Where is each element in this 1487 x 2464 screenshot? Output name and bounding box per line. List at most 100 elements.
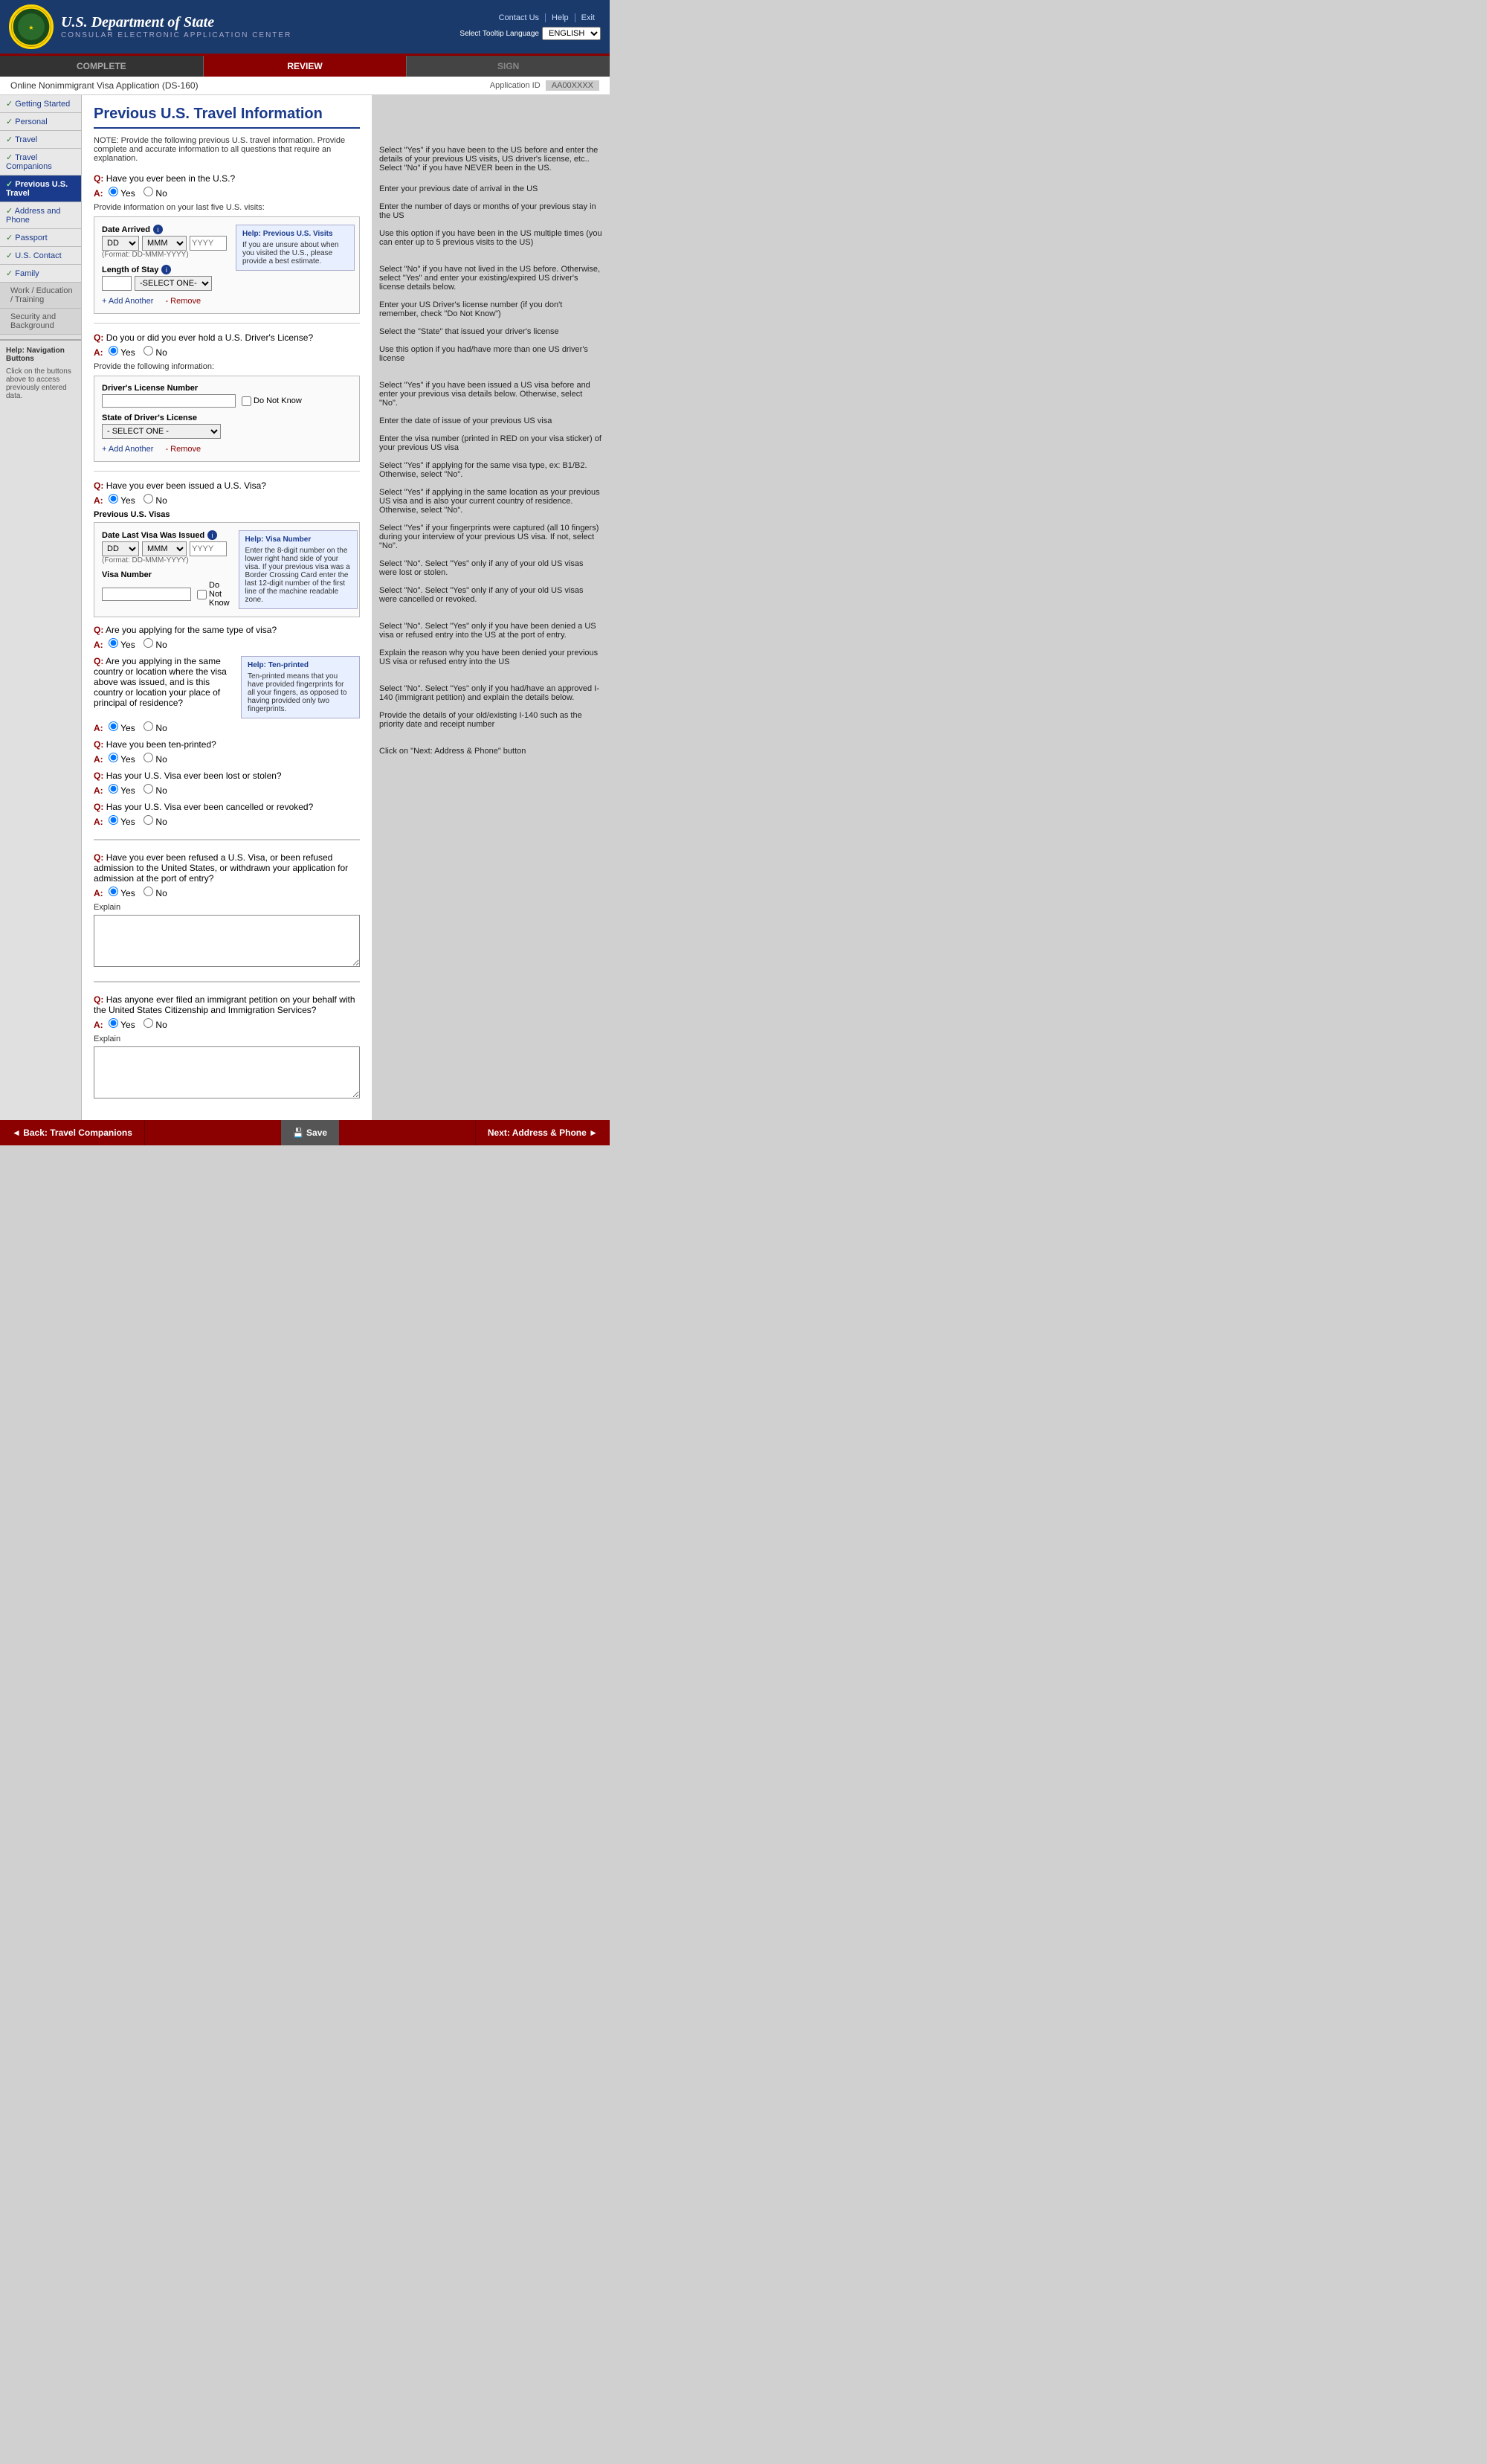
q3-left: Date Last Visa Was Issued i DD MMM (Form… <box>102 530 230 609</box>
q4-text: Q: Are you applying for the same type of… <box>94 625 360 635</box>
next-button[interactable]: Next: Address & Phone ► <box>475 1120 610 1145</box>
q9-no-radio[interactable] <box>143 887 153 896</box>
q2-yes-label[interactable]: Yes <box>109 347 135 358</box>
sidebar-item-passport[interactable]: ✓ Passport <box>0 229 81 247</box>
q2-no-radio[interactable] <box>143 346 153 356</box>
q1-remove[interactable]: - Remove <box>165 297 201 306</box>
q1-help-text: If you are unsure about when you visited… <box>242 241 348 266</box>
q6-no-label[interactable]: No <box>143 754 167 765</box>
sidebar-item-getting-started[interactable]: ✓ Getting Started <box>0 95 81 113</box>
length-stay-info-icon[interactable]: i <box>161 265 171 274</box>
save-button[interactable]: 💾 Save <box>281 1120 339 1145</box>
q4-yes-radio[interactable] <box>109 638 118 648</box>
q8-answer: A: Yes No <box>94 815 360 827</box>
q3-yes-label[interactable]: Yes <box>109 495 135 506</box>
q9-no-label[interactable]: No <box>143 888 167 898</box>
q7-yes-label[interactable]: Yes <box>109 785 135 796</box>
sidebar-item-family[interactable]: ✓ Family <box>0 265 81 283</box>
q7-no-label[interactable]: No <box>143 785 167 796</box>
q1-no-radio[interactable] <box>143 187 153 196</box>
q3-yes-radio[interactable] <box>109 494 118 504</box>
q4-no-radio[interactable] <box>143 638 153 648</box>
sidebar-item-personal[interactable]: ✓ Personal <box>0 113 81 131</box>
q9-yes-radio[interactable] <box>109 887 118 896</box>
q5-yes-label[interactable]: Yes <box>109 723 135 733</box>
question-9: Q: Have you ever been refused a U.S. Vis… <box>94 852 360 969</box>
date-arrived-info-icon[interactable]: i <box>153 225 163 234</box>
q6-yes-radio[interactable] <box>109 753 118 762</box>
annotation-15: Select "No". Select "Yes" only if any of… <box>379 559 602 577</box>
sidebar-item-travel[interactable]: ✓ Travel <box>0 131 81 149</box>
q7-no-radio[interactable] <box>143 784 153 794</box>
do-not-know-checkbox[interactable] <box>242 396 251 406</box>
q9-explain-textarea[interactable] <box>94 915 360 967</box>
q8-yes-label[interactable]: Yes <box>109 817 135 827</box>
q5-yes-radio[interactable] <box>109 721 118 731</box>
q2-yes-radio[interactable] <box>109 346 118 356</box>
q4-yes-label[interactable]: Yes <box>109 640 135 650</box>
visa-date-year[interactable] <box>190 541 227 556</box>
q1-yes-radio[interactable] <box>109 187 118 196</box>
q1-yes-label[interactable]: Yes <box>109 188 135 199</box>
q5-no-radio[interactable] <box>143 721 153 731</box>
visa-number-label: Visa Number <box>102 570 230 579</box>
sidebar-item-security-background[interactable]: Security and Background <box>0 309 81 335</box>
q1-no-label[interactable]: No <box>143 188 167 199</box>
q10-no-label[interactable]: No <box>143 1020 167 1030</box>
state-license-select[interactable]: - SELECT ONE - AlabamaAlaskaArizona <box>102 424 221 439</box>
q10-no-radio[interactable] <box>143 1018 153 1028</box>
q6-no-radio[interactable] <box>143 753 153 762</box>
sidebar-item-previous-us-travel[interactable]: ✓ Previous U.S. Travel <box>0 176 81 202</box>
license-number-input[interactable] <box>102 394 236 408</box>
q4-no-label[interactable]: No <box>143 640 167 650</box>
q2-add-another[interactable]: + Add Another <box>102 445 153 454</box>
length-stay-unit[interactable]: -SELECT ONE- Days Months <box>135 276 212 291</box>
visa-number-input[interactable] <box>102 588 191 601</box>
sidebar-item-travel-companions[interactable]: ✓ Travel Companions <box>0 149 81 176</box>
back-button[interactable]: ◄ Back: Travel Companions <box>0 1120 145 1145</box>
q6-yes-label[interactable]: Yes <box>109 754 135 765</box>
date-arrived-year[interactable] <box>190 236 227 251</box>
q10-text: Q: Has anyone ever filed an immigrant pe… <box>94 994 360 1015</box>
q8-no-label[interactable]: No <box>143 817 167 827</box>
q2-remove[interactable]: - Remove <box>165 445 201 454</box>
note-box: NOTE: Provide the following previous U.S… <box>94 136 360 163</box>
q10-explain-label: Explain <box>94 1035 360 1043</box>
do-not-know-label[interactable]: Do Not Know <box>242 396 302 406</box>
q2-form: Driver's License Number Do Not Know Stat… <box>94 376 360 462</box>
progress-sign[interactable]: SIGN <box>407 56 610 77</box>
q8-yes-radio[interactable] <box>109 815 118 825</box>
q5-no-label[interactable]: No <box>143 723 167 733</box>
help-link[interactable]: Help <box>546 13 575 22</box>
q9-yes-label[interactable]: Yes <box>109 888 135 898</box>
annotation-18: Explain the reason why you have been den… <box>379 649 602 666</box>
sidebar-item-address-phone[interactable]: ✓ Address and Phone <box>0 202 81 229</box>
contact-us-link[interactable]: Contact Us <box>493 13 546 22</box>
visa-date-month[interactable]: MMM <box>142 541 187 556</box>
q3-no-radio[interactable] <box>143 494 153 504</box>
date-arrived-month[interactable]: MMM <box>142 236 187 251</box>
date-visa-info-icon[interactable]: i <box>207 530 217 540</box>
q3-no-label[interactable]: No <box>143 495 167 506</box>
visa-do-not-know-checkbox[interactable] <box>197 590 207 599</box>
q10-yes-radio[interactable] <box>109 1018 118 1028</box>
length-stay-days[interactable] <box>102 276 132 291</box>
lang-select[interactable]: ENGLISH <box>542 27 601 40</box>
sidebar-item-work-education[interactable]: Work / Education / Training <box>0 283 81 309</box>
q1-add-another[interactable]: + Add Another <box>102 297 153 306</box>
progress-complete[interactable]: COMPLETE <box>0 56 204 77</box>
q7-yes-radio[interactable] <box>109 784 118 794</box>
question-1: Q: Have you ever been in the U.S.? A: Ye… <box>94 173 360 314</box>
q10-yes-label[interactable]: Yes <box>109 1020 135 1030</box>
exit-link[interactable]: Exit <box>575 13 601 22</box>
progress-review[interactable]: REVIEW <box>204 56 407 77</box>
visa-do-not-know-label[interactable]: Do Not Know <box>197 581 230 608</box>
visa-date-day[interactable]: DD <box>102 541 139 556</box>
q8-no-radio[interactable] <box>143 815 153 825</box>
q2-no-label[interactable]: No <box>143 347 167 358</box>
date-arrived-day[interactable]: DD <box>102 236 139 251</box>
q1-answer: A: Yes No <box>94 187 360 199</box>
q10-explain-textarea[interactable] <box>94 1046 360 1098</box>
sidebar-item-us-contact[interactable]: ✓ U.S. Contact <box>0 247 81 265</box>
lang-label: Select Tooltip Language <box>459 30 539 38</box>
